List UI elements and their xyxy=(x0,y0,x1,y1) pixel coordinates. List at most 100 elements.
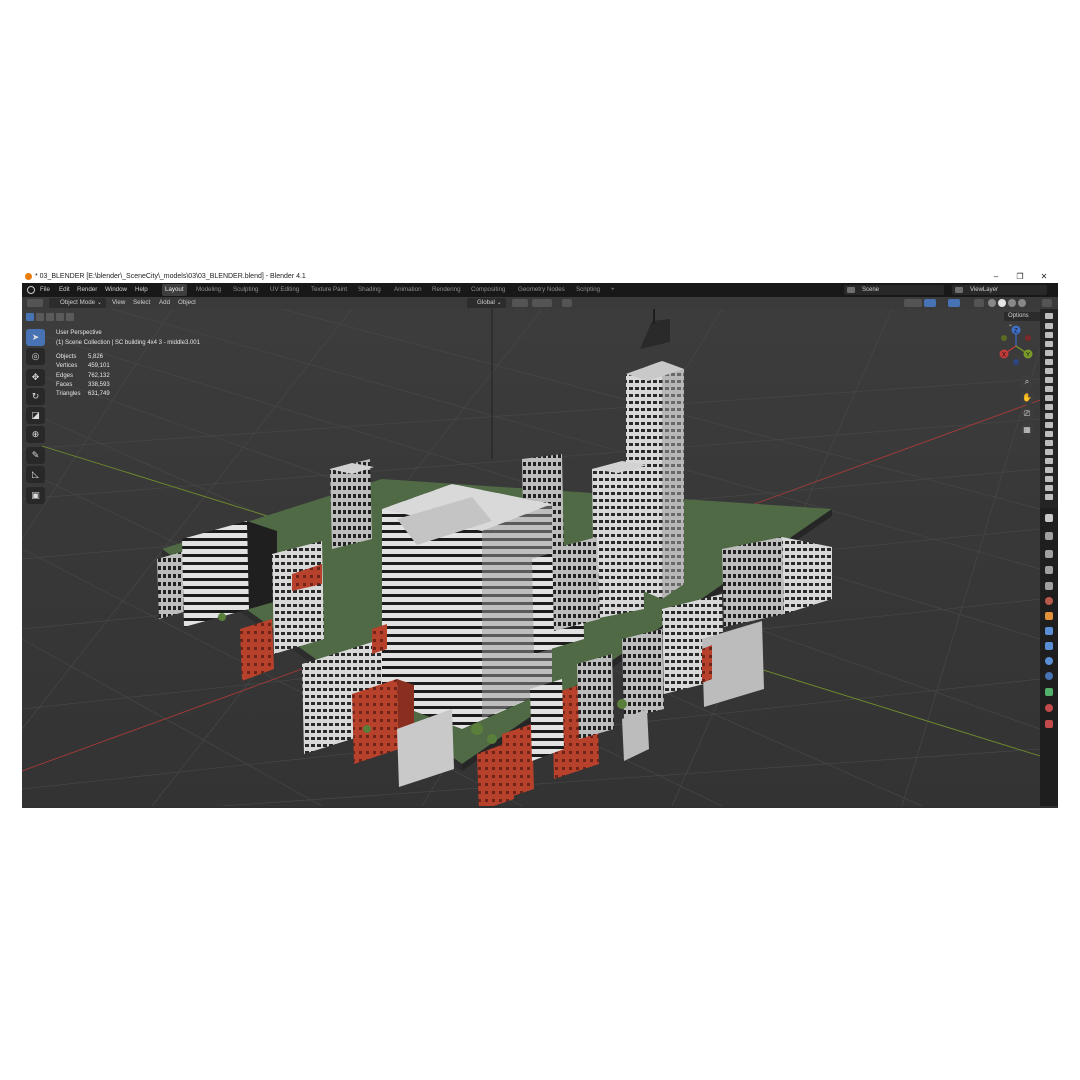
rendered-shading-icon[interactable] xyxy=(1018,299,1026,307)
perspective-toggle-icon[interactable]: ▦ xyxy=(1020,423,1034,437)
camera-visibility-icon[interactable] xyxy=(1045,359,1053,365)
add-workspace-button[interactable]: + xyxy=(608,284,618,296)
physics-properties-icon[interactable] xyxy=(1045,657,1053,665)
stat-vertices: Vertices 459,101 xyxy=(56,363,110,370)
camera-visibility-icon[interactable] xyxy=(1045,422,1053,428)
minimize-button[interactable]: – xyxy=(984,270,1008,283)
scene-selector[interactable]: Scene xyxy=(844,285,944,295)
camera-visibility-icon[interactable] xyxy=(1045,377,1053,383)
transform-tool[interactable]: ⊕ xyxy=(26,426,45,443)
solid-shading-icon[interactable] xyxy=(998,299,1006,307)
tab-scripting[interactable]: Scripting xyxy=(573,284,603,296)
scene-properties-icon[interactable] xyxy=(1045,582,1053,590)
particles-properties-icon[interactable] xyxy=(1045,642,1053,650)
render-properties-icon[interactable] xyxy=(1045,532,1053,540)
select-extend-icon[interactable] xyxy=(36,313,44,321)
annotate-tool[interactable]: ✎ xyxy=(26,447,45,464)
measure-tool[interactable]: ◺ xyxy=(26,466,45,483)
select-intersect-icon[interactable] xyxy=(66,313,74,321)
material-shading-icon[interactable] xyxy=(1008,299,1016,307)
pivot-icon[interactable] xyxy=(512,299,528,307)
constraints-properties-icon[interactable] xyxy=(1045,672,1053,680)
tab-uv-editing[interactable]: UV Editing xyxy=(267,284,302,296)
select-invert-icon[interactable] xyxy=(56,313,64,321)
select-box-tool[interactable]: ➤ xyxy=(26,329,45,346)
tab-layout[interactable]: Layout xyxy=(162,284,187,296)
select-subtract-icon[interactable] xyxy=(46,313,54,321)
close-button[interactable]: ✕ xyxy=(1032,270,1056,283)
texture-properties-icon[interactable] xyxy=(1045,720,1053,728)
mode-dropdown[interactable]: Object Mode ⌄ xyxy=(49,298,106,308)
tab-rendering[interactable]: Rendering xyxy=(429,284,464,296)
editor-type-icon[interactable] xyxy=(27,299,43,307)
modifier-properties-icon[interactable] xyxy=(1045,627,1053,635)
object-properties-icon[interactable] xyxy=(1045,612,1053,620)
wireframe-shading-icon[interactable] xyxy=(988,299,996,307)
tab-animation[interactable]: Animation xyxy=(391,284,425,296)
menu-file[interactable]: File xyxy=(40,283,50,297)
scale-tool[interactable]: ◪ xyxy=(26,407,45,424)
camera-view-icon[interactable]: ⎚ xyxy=(1020,407,1034,421)
rotate-tool[interactable]: ↻ xyxy=(26,388,45,405)
menu-window[interactable]: Window xyxy=(105,283,127,297)
proportional-edit-icon[interactable] xyxy=(562,299,572,307)
view-layer-properties-icon[interactable] xyxy=(1045,566,1053,574)
transform-orientation-dropdown[interactable]: Global ⌄ xyxy=(467,298,506,308)
tab-geometry-nodes[interactable]: Geometry Nodes xyxy=(515,284,568,296)
camera-visibility-icon[interactable] xyxy=(1045,476,1053,482)
navigation-gizmo[interactable]: Z X Y xyxy=(994,324,1038,368)
menu-render[interactable]: Render xyxy=(77,283,97,297)
visibility-icon[interactable] xyxy=(904,299,922,307)
tool-properties-icon[interactable] xyxy=(1045,514,1053,522)
camera-visibility-icon[interactable] xyxy=(1045,368,1053,374)
tab-sculpting[interactable]: Sculpting xyxy=(230,284,261,296)
camera-visibility-icon[interactable] xyxy=(1045,323,1053,329)
material-properties-icon[interactable] xyxy=(1045,704,1053,712)
data-properties-icon[interactable] xyxy=(1045,688,1053,696)
camera-visibility-icon[interactable] xyxy=(1045,449,1053,455)
shading-options-icon[interactable] xyxy=(1042,299,1052,307)
select-new-icon[interactable] xyxy=(26,313,34,321)
camera-visibility-icon[interactable] xyxy=(1045,431,1053,437)
camera-visibility-icon[interactable] xyxy=(1045,458,1053,464)
menu-add[interactable]: Add xyxy=(159,297,170,309)
camera-visibility-icon[interactable] xyxy=(1045,341,1053,347)
camera-visibility-icon[interactable] xyxy=(1045,413,1053,419)
pan-hand-icon[interactable]: ✋ xyxy=(1020,391,1034,405)
gizmo-toggle-icon[interactable] xyxy=(924,299,936,307)
maximize-button[interactable]: ❐ xyxy=(1008,270,1032,283)
camera-visibility-icon[interactable] xyxy=(1045,467,1053,473)
output-properties-icon[interactable] xyxy=(1045,550,1053,558)
overlay-toggle-icon[interactable] xyxy=(948,299,960,307)
menu-help[interactable]: Help xyxy=(135,283,148,297)
camera-visibility-icon[interactable] xyxy=(1045,404,1053,410)
stat-objects: Objects 5,826 xyxy=(56,354,104,360)
xray-icon[interactable] xyxy=(974,299,984,307)
blender-menu-icon[interactable] xyxy=(27,286,35,294)
world-properties-icon[interactable] xyxy=(1045,597,1053,605)
view-layer-selector[interactable]: ViewLayer xyxy=(952,285,1047,295)
camera-visibility-icon[interactable] xyxy=(1045,350,1053,356)
move-tool[interactable]: ✥ xyxy=(26,369,45,386)
options-dropdown[interactable]: Options ⌄ xyxy=(1004,312,1040,328)
tab-texture-paint[interactable]: Texture Paint xyxy=(308,284,350,296)
3d-viewport[interactable]: ➤ ◎ ✥ ↻ ◪ ⊕ ✎ ◺ ▣ User Perspective (1) S… xyxy=(22,309,1040,806)
add-cube-tool[interactable]: ▣ xyxy=(26,487,45,504)
camera-visibility-icon[interactable] xyxy=(1045,440,1053,446)
cursor-tool[interactable]: ◎ xyxy=(26,348,45,365)
camera-visibility-icon[interactable] xyxy=(1045,313,1053,319)
tab-modeling[interactable]: Modeling xyxy=(193,284,224,296)
camera-visibility-icon[interactable] xyxy=(1045,494,1053,500)
snap-icon[interactable] xyxy=(532,299,552,307)
menu-edit[interactable]: Edit xyxy=(59,283,70,297)
menu-view[interactable]: View xyxy=(112,297,125,309)
camera-visibility-icon[interactable] xyxy=(1045,386,1053,392)
tab-compositing[interactable]: Compositing xyxy=(468,284,508,296)
camera-visibility-icon[interactable] xyxy=(1045,332,1053,338)
camera-visibility-icon[interactable] xyxy=(1045,485,1053,491)
tab-shading[interactable]: Shading xyxy=(355,284,384,296)
camera-visibility-icon[interactable] xyxy=(1045,395,1053,401)
menu-select[interactable]: Select xyxy=(133,297,150,309)
zoom-icon[interactable]: ⌕ xyxy=(1020,375,1034,389)
menu-object[interactable]: Object xyxy=(178,297,196,309)
